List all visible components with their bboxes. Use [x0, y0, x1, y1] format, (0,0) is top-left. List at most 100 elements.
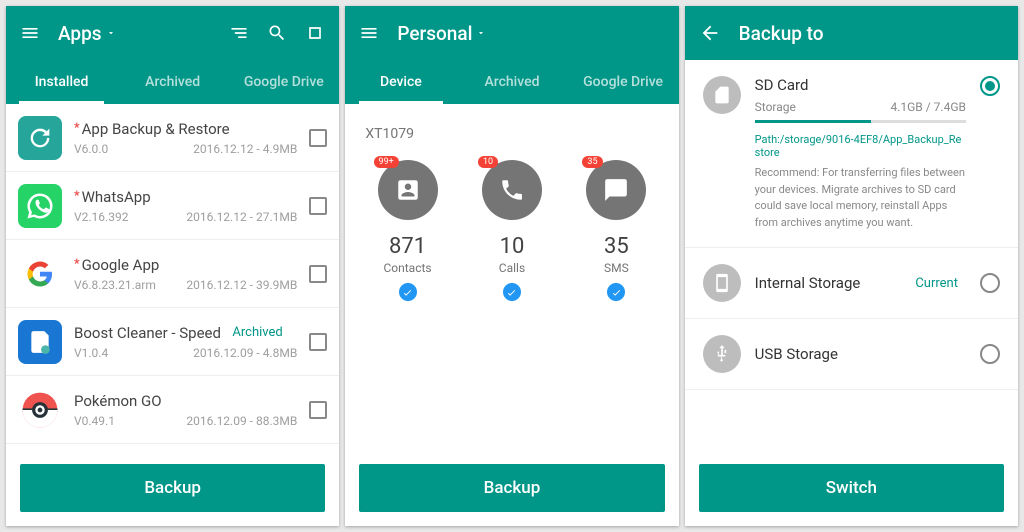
toolbar: Personal	[345, 6, 678, 60]
menu-icon[interactable]	[20, 23, 40, 43]
archived-tag: Archived	[232, 325, 282, 340]
storage-sub: Storage4.1GB / 7.4GB	[755, 100, 966, 114]
tab-archived[interactable]: Archived	[456, 60, 567, 104]
category-label: Calls	[499, 261, 525, 275]
radio[interactable]	[980, 273, 1000, 293]
tabs-apps: Installed Archived Google Drive	[6, 60, 339, 104]
chevron-down-icon	[106, 28, 116, 38]
personal-content: XT1079 99+871Contacts1010Calls3535SMS	[345, 104, 678, 454]
app-info: *App Backup & Restore V6.0.02016.12.12 - …	[74, 120, 297, 156]
storage-path: Path:/storage/9016-4EF8/App_Backup_Resto…	[755, 133, 966, 159]
chevron-down-icon	[476, 28, 486, 38]
select-all-icon[interactable]	[305, 23, 325, 43]
checkbox[interactable]	[309, 333, 327, 351]
switch-button[interactable]: Switch	[699, 464, 1004, 512]
app-sub: V1.0.42016.12.09 - 4.8MB	[74, 346, 297, 360]
radio[interactable]	[980, 344, 1000, 364]
app-name: *App Backup & Restore	[74, 120, 297, 138]
back-icon[interactable]	[699, 22, 721, 44]
app-info: Boost Cleaner - Speed ArchivedV1.0.42016…	[74, 324, 297, 360]
app-name: *Google App	[74, 256, 297, 274]
app-info: Pokémon GOV0.49.12016.12.09 - 88.3MB	[74, 392, 297, 428]
radio[interactable]	[980, 76, 1000, 96]
sort-icon[interactable]	[229, 23, 249, 43]
storage-body: Internal Storage	[755, 274, 902, 292]
tab-googledrive[interactable]: Google Drive	[228, 60, 339, 104]
badge: 10	[478, 156, 498, 168]
app-icon	[18, 252, 62, 296]
backup-button[interactable]: Backup	[20, 464, 325, 512]
page-title-backupto: Backup to	[739, 22, 824, 45]
star-icon: *	[74, 257, 80, 272]
tabs-personal: Device Archived Google Drive	[345, 60, 678, 104]
storage-option[interactable]: SD Card Storage4.1GB / 7.4GB Path:/storage…	[685, 60, 1018, 248]
category-sms[interactable]: 35 35 SMS	[571, 160, 661, 301]
star-icon: *	[74, 189, 80, 204]
star-icon: *	[74, 121, 80, 136]
title-text: Personal	[397, 22, 472, 45]
badge: 35	[582, 156, 602, 168]
category-calls[interactable]: 1010Calls	[467, 160, 557, 301]
app-info: *WhatsApp V2.16.3922016.12.12 - 27.1MB	[74, 188, 297, 224]
checkbox[interactable]	[309, 129, 327, 147]
toolbar: Apps	[6, 6, 339, 60]
checkbox[interactable]	[309, 401, 327, 419]
category-count: 10	[500, 234, 525, 259]
page-title-personal[interactable]: Personal	[397, 22, 486, 45]
search-icon[interactable]	[267, 23, 287, 43]
category-count: 35	[604, 234, 629, 259]
storage-body: SD Card Storage4.1GB / 7.4GB Path:/storage…	[755, 76, 966, 231]
tab-googledrive[interactable]: Google Drive	[568, 60, 679, 104]
app-list: *App Backup & Restore V6.0.02016.12.12 - …	[6, 104, 339, 454]
tab-archived[interactable]: Archived	[117, 60, 228, 104]
app-sub: V2.16.3922016.12.12 - 27.1MB	[74, 210, 297, 224]
storage-name: USB Storage	[755, 345, 966, 363]
storage-list: SD Card Storage4.1GB / 7.4GB Path:/storage…	[685, 60, 1018, 454]
tab-installed[interactable]: Installed	[6, 60, 117, 104]
check-icon[interactable]	[399, 283, 417, 301]
category-row: 99+871Contacts1010Calls3535SMS	[345, 152, 678, 301]
storage-body: USB Storage	[755, 345, 966, 363]
storage-icon	[703, 76, 741, 114]
tab-device[interactable]: Device	[345, 60, 456, 104]
storage-name: SD Card	[755, 76, 966, 94]
device-name: XT1079	[345, 104, 678, 152]
app-row[interactable]: Google Korean Input	[6, 444, 339, 454]
category-label: Contacts	[383, 261, 431, 275]
app-name: *WhatsApp	[74, 188, 297, 206]
check-icon[interactable]	[607, 283, 625, 301]
app-row[interactable]: *App Backup & Restore V6.0.02016.12.12 - …	[6, 104, 339, 172]
category-icon: 35	[586, 160, 646, 220]
app-sub: V6.0.02016.12.12 - 4.9MB	[74, 142, 297, 156]
app-icon	[18, 320, 62, 364]
storage-icon	[703, 335, 741, 373]
app-row[interactable]: Pokémon GOV0.49.12016.12.09 - 88.3MB	[6, 376, 339, 444]
category-label: SMS	[604, 261, 629, 275]
checkbox[interactable]	[309, 197, 327, 215]
app-icon	[18, 116, 62, 160]
toolbar: Backup to	[685, 6, 1018, 60]
page-title-apps[interactable]: Apps	[58, 22, 116, 45]
storage-progress	[755, 120, 966, 123]
app-icon	[18, 184, 62, 228]
badge: 99+	[374, 156, 399, 168]
screen-personal: Personal Device Archived Google Drive XT…	[345, 6, 678, 526]
app-sub: V6.8.23.21.arm2016.12.12 - 39.9MB	[74, 278, 297, 292]
app-info: *Google App V6.8.23.21.arm2016.12.12 - 39…	[74, 256, 297, 292]
app-sub: V0.49.12016.12.09 - 88.3MB	[74, 414, 297, 428]
app-row[interactable]: Boost Cleaner - Speed ArchivedV1.0.42016…	[6, 308, 339, 376]
storage-option[interactable]: Internal Storage Current	[685, 248, 1018, 319]
app-row[interactable]: *Google App V6.8.23.21.arm2016.12.12 - 39…	[6, 240, 339, 308]
storage-option[interactable]: USB Storage	[685, 319, 1018, 390]
menu-icon[interactable]	[359, 23, 379, 43]
backup-button[interactable]: Backup	[359, 464, 664, 512]
app-row[interactable]: *WhatsApp V2.16.3922016.12.12 - 27.1MB	[6, 172, 339, 240]
category-icon: 99+	[378, 160, 438, 220]
current-tag: Current	[915, 276, 958, 291]
check-icon[interactable]	[503, 283, 521, 301]
storage-name: Internal Storage	[755, 274, 902, 292]
storage-recommend: Recommend: For transferring files betwee…	[755, 165, 966, 231]
checkbox[interactable]	[309, 265, 327, 283]
category-contacts[interactable]: 99+871Contacts	[363, 160, 453, 301]
screen-apps: Apps Installed Archived Google Drive *Ap…	[6, 6, 339, 526]
